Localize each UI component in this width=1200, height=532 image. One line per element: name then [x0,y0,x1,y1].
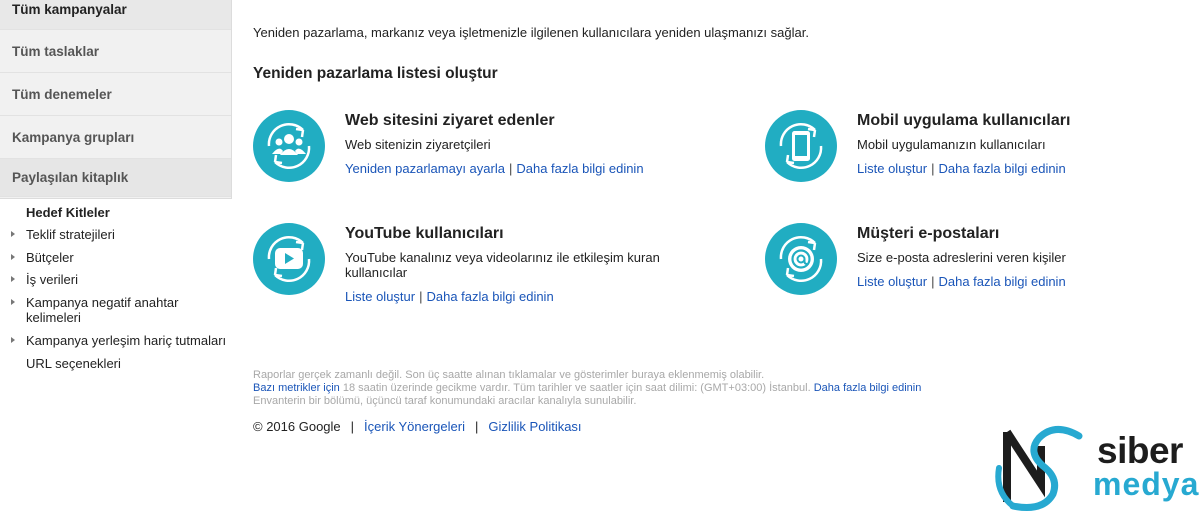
notes-line-1: Raporlar gerçek zamanlı değil. Son üç sa… [253,369,765,381]
privacy-policy-link[interactable]: Gizlilik Politikası [488,419,581,434]
content-guidelines-link[interactable]: İçerik Yönergeleri [364,419,465,434]
card-mobile-app-users: Mobil uygulama kullanıcıları Mobil uygul… [765,110,1185,190]
tree-item-audiences[interactable]: Hedef Kitleler [0,205,114,220]
notes-line-2: Bazı metrikler için 18 saatin üzerinde g… [253,382,921,395]
nav-all-experiments[interactable]: Tüm denemeler [0,73,231,116]
card-description: Size e-posta adreslerini veren kişiler [857,250,1066,265]
tree-item-label: Bütçeler [26,250,74,265]
link-separator: | [931,161,935,176]
tree-item-bid-strategies[interactable]: Teklif stratejileri [0,227,119,242]
logo-mark-icon [995,426,1083,511]
youtube-play-icon [253,223,325,295]
intro-text: Yeniden pazarlama, markanız veya işletme… [253,25,809,40]
card-links: Liste oluştur | Daha fazla bilgi edinin [345,289,675,304]
card-body: Mobil uygulama kullanıcıları Mobil uygul… [857,112,1187,176]
card-description: Web sitenizin ziyaretçileri [345,137,491,152]
card-title: Mobil uygulama kullanıcıları [857,112,1071,129]
card-title: YouTube kullanıcıları [345,225,504,242]
link-separator: | [508,161,513,176]
card-links: Yeniden pazarlamayı ayarla | Daha fazla bi… [345,161,675,176]
tree-item-business-data[interactable]: İş verileri [0,272,82,287]
notes-line-2-text: 18 saatin üzerinde gecikme vardır. Tüm t… [339,382,814,394]
card-youtube-users: YouTube kullanıcıları YouTube kanalınız … [253,223,673,313]
tree-item-label: Hedef Kitleler [26,205,110,220]
caret-right-icon[interactable] [11,337,15,343]
nav-all-drafts[interactable]: Tüm taslaklar [0,30,231,73]
tree-item-label: Teklif stratejileri [26,227,115,242]
nav-shared-library[interactable]: Paylaşılan kitaplık [0,159,231,197]
nav-campaign-groups[interactable]: Kampanya grupları [0,116,231,159]
footer-separator: | [350,419,355,434]
email-at-icon [765,223,837,295]
footer: © 2016 Google | İçerik Yönergeleri | Gizlili… [253,419,582,434]
card-description: Mobil uygulamanızın kullanıcıları [857,137,1046,152]
section-heading: Yeniden pazarlama listesi oluştur [253,65,498,82]
learn-more-link[interactable]: Daha fazla bilgi edinin [516,161,643,176]
caret-right-icon[interactable] [11,299,15,305]
learn-more-link[interactable]: Daha fazla bilgi edinin [938,274,1065,289]
card-links: Liste oluştur | Daha fazla bilgi edinin [857,161,1187,176]
tree-item-label: URL seçenekleri [26,356,121,371]
link-separator: | [931,274,935,289]
nav-all-campaigns[interactable]: Tüm kampanyalar [0,0,231,30]
shared-library-tree: Hedef Kitleler Teklif stratejileri Bütçe… [0,198,232,532]
report-notes: Raporlar gerçek zamanlı değil. Son üç sa… [253,369,921,408]
caret-right-icon[interactable] [11,231,15,237]
learn-more-link[interactable]: Daha fazla bilgi edinin [426,289,553,304]
notes-line-3: Envanterin bir bölümü, üçüncü taraf konu… [253,395,637,407]
card-body: YouTube kullanıcıları YouTube kanalınız … [345,225,675,304]
caret-right-icon[interactable] [11,254,15,260]
link-separator: | [419,289,423,304]
card-links: Liste oluştur | Daha fazla bilgi edinin [857,274,1187,289]
tree-item-label: Kampanya negatif anahtar kelimeleri [26,295,179,325]
website-visitors-icon [253,110,325,182]
tree-item-placement-exclusions[interactable]: Kampanya yerleşim hariç tutmaları [0,333,230,348]
card-website-visitors: Web sitesini ziyaret edenler Web siteniz… [253,110,673,190]
notes-learn-more-link[interactable]: Daha fazla bilgi edinin [814,382,922,394]
create-list-link[interactable]: Liste oluştur [345,289,415,304]
some-metrics-link[interactable]: Bazı metrikler için [253,382,340,394]
sidebar: Tüm kampanyalar Tüm taslaklar Tüm deneme… [0,0,232,532]
tree-item-budgets[interactable]: Bütçeler [0,250,78,265]
mobile-app-icon [765,110,837,182]
card-title: Web sitesini ziyaret edenler [345,112,555,129]
card-body: Web sitesini ziyaret edenler Web siteniz… [345,112,675,176]
card-customer-emails: Müşteri e-postaları Size e-posta adresle… [765,223,1185,303]
caret-right-icon[interactable] [11,276,15,282]
card-description: YouTube kanalınız veya videolarınız ile … [345,250,660,280]
setup-remarketing-link[interactable]: Yeniden pazarlamayı ayarla [345,161,505,176]
footer-separator: | [474,419,479,434]
tree-item-label: İş verileri [26,272,79,287]
create-list-link[interactable]: Liste oluştur [857,161,927,176]
tree-item-negative-keywords[interactable]: Kampanya negatif anahtar kelimeleri [0,295,210,325]
card-body: Müşteri e-postaları Size e-posta adresle… [857,225,1187,289]
tree-item-label: Kampanya yerleşim hariç tutmaları [26,333,227,348]
create-list-link[interactable]: Liste oluştur [857,274,927,289]
tree-item-url-options[interactable]: URL seçenekleri [0,356,125,371]
copyright: © 2016 Google [253,419,341,434]
learn-more-link[interactable]: Daha fazla bilgi edinin [938,161,1065,176]
card-title: Müşteri e-postaları [857,225,1000,242]
logo-word-medya: medya [1093,466,1200,502]
siber-medya-logo: siber medya [993,422,1200,514]
